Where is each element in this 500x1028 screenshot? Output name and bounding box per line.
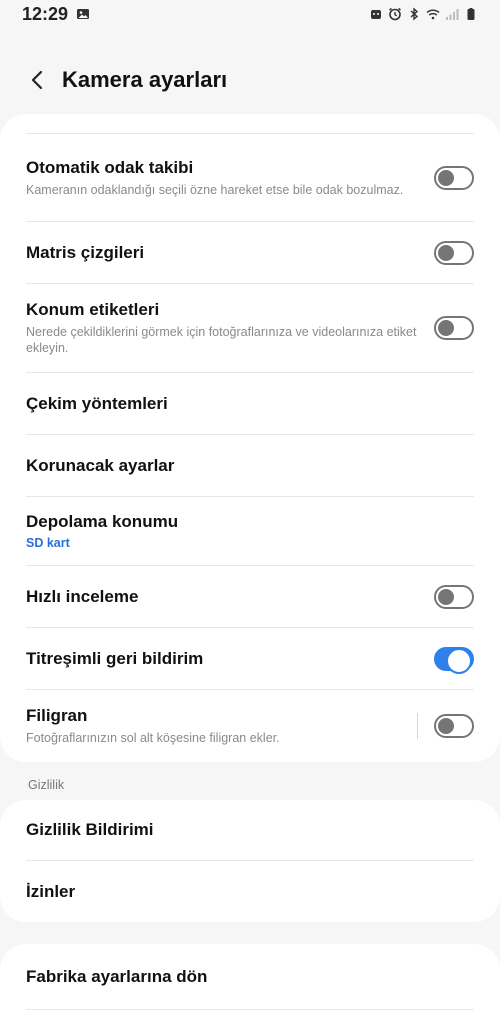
setting-title: Korunacak ayarlar <box>26 455 175 475</box>
toggle-switch[interactable] <box>434 316 474 340</box>
toggle-switch[interactable] <box>434 240 474 265</box>
android-icon <box>369 7 383 21</box>
setting-cekim-yontemleri[interactable]: Çekim yöntemleri <box>26 373 474 435</box>
privacy-card: Gizlilik Bildirimi İzinler <box>0 800 500 922</box>
setting-izinler[interactable]: İzinler <box>26 861 474 922</box>
toggle-switch[interactable] <box>434 714 474 738</box>
setting-gizlilik-bildirimi[interactable]: Gizlilik Bildirimi <box>26 800 474 861</box>
setting-desc: Kameranın odaklandığı seçili özne hareke… <box>26 182 404 197</box>
status-left: 12:29 <box>22 4 90 25</box>
setting-title: İzinler <box>26 881 76 901</box>
setting-title: Filigran <box>26 706 88 725</box>
toggle-switch[interactable] <box>434 646 474 674</box>
divider <box>417 713 418 739</box>
setting-otomatik-odak-takibi[interactable]: Otomatik odak takibi Kameranın odaklandı… <box>26 134 474 222</box>
settings-card: Otomatik odak takibi Kameranın odaklandı… <box>0 114 500 762</box>
setting-matris-cizgileri[interactable]: Matris çizgileri <box>26 222 474 284</box>
back-button[interactable] <box>18 60 58 100</box>
toggle-switch[interactable] <box>434 165 474 190</box>
setting-desc: Nerede çekildiklerini görmek için fotoğr… <box>26 325 417 355</box>
chevron-left-icon <box>31 70 43 90</box>
setting-title: Titreşimli geri bildirim <box>26 648 204 668</box>
setting-title: Hızlı inceleme <box>26 586 139 606</box>
setting-title: Fabrika ayarlarına dön <box>26 966 208 986</box>
setting-konum-etiketleri[interactable]: Konum etiketleri Nerede çekildiklerini g… <box>26 284 474 373</box>
setting-korunacak-ayarlar[interactable]: Korunacak ayarlar <box>26 435 474 497</box>
alarm-icon <box>388 7 402 21</box>
setting-desc: Fotoğraflarınızın sol alt köşesine filig… <box>26 731 280 745</box>
setting-value: SD kart <box>26 536 70 550</box>
page-title: Kamera ayarları <box>62 67 228 92</box>
setting-fabrika-ayarlari[interactable]: Fabrika ayarlarına dön <box>26 944 474 1010</box>
setting-title: Depolama konumu <box>26 512 179 531</box>
reset-card: Fabrika ayarlarına dön <box>0 944 500 1028</box>
setting-title: Matris çizgileri <box>26 242 145 262</box>
setting-title: Konum etiketleri <box>26 300 160 319</box>
setting-title: Otomatik odak takibi <box>26 157 194 177</box>
signal-icon <box>445 7 459 21</box>
setting-title: Gizlilik Bildirimi <box>26 820 154 839</box>
battery-icon <box>464 7 478 21</box>
setting-titresimli-geri-bildirim[interactable]: Titreşimli geri bildirim <box>26 628 474 690</box>
status-bar: 12:29 <box>0 0 500 28</box>
setting-hizli-inceleme[interactable]: Hızlı inceleme <box>26 566 474 628</box>
section-label-privacy: Gizlilik <box>28 778 65 792</box>
bluetooth-icon <box>407 7 421 21</box>
status-right <box>369 7 478 21</box>
partial-row <box>26 114 474 134</box>
setting-title: Çekim yöntemleri <box>26 393 168 413</box>
toggle-switch[interactable] <box>434 584 474 609</box>
setting-depolama-konumu[interactable]: Depolama konumu SD kart <box>26 497 474 566</box>
wifi-icon <box>426 7 440 21</box>
status-time: 12:29 <box>22 3 69 24</box>
setting-filigran[interactable]: Filigran Fotoğraflarınızın sol alt köşes… <box>26 690 474 762</box>
image-icon <box>76 7 90 21</box>
app-header: Kamera ayarları <box>0 56 500 104</box>
